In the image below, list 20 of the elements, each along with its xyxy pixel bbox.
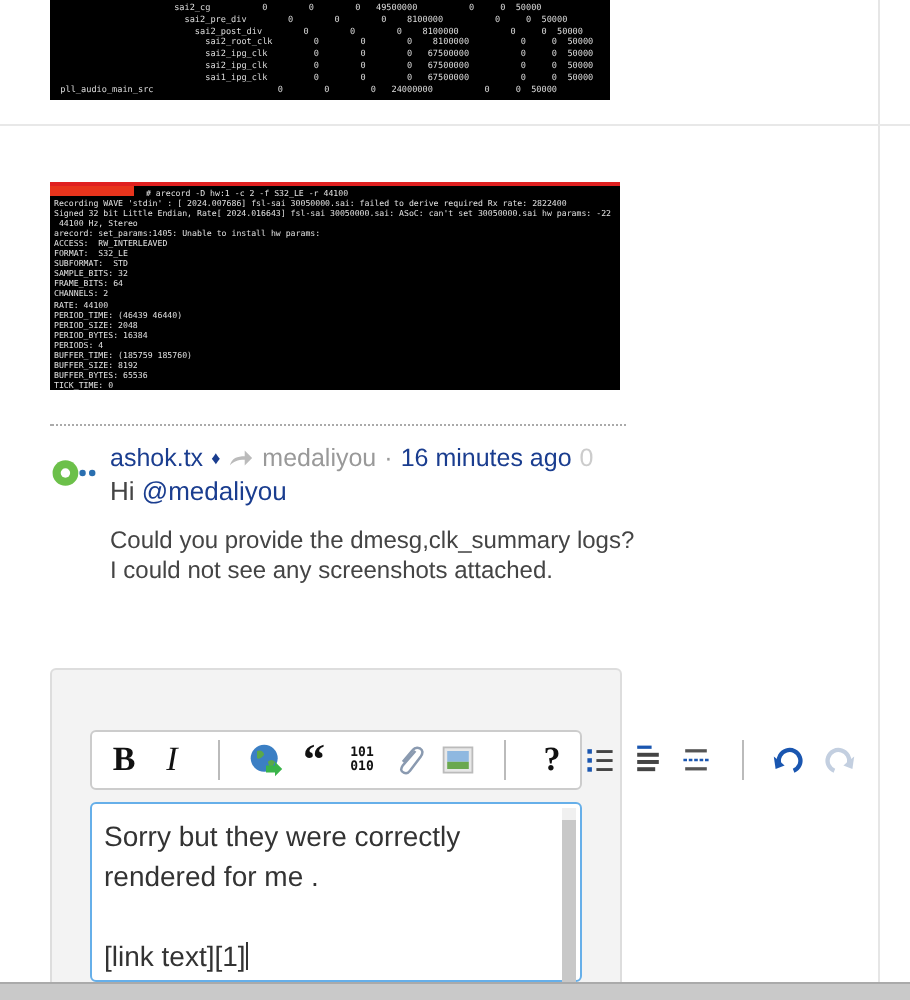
quote-button[interactable]: “ xyxy=(296,742,332,778)
horizontal-scrollbar[interactable] xyxy=(0,982,910,1000)
mention-link[interactable]: @medaliyou xyxy=(141,476,287,506)
redaction-bar xyxy=(50,186,134,196)
help-button[interactable]: ? xyxy=(534,740,570,780)
italic-button[interactable]: I xyxy=(154,740,190,780)
comment-text: Could you provide the dmesg,clk_summary logs? I could not see any screenshots attached. xyxy=(110,526,637,586)
comment-greeting: Hi @medaliyou xyxy=(110,476,289,506)
bold-button[interactable]: B xyxy=(106,740,142,780)
author-link[interactable]: ashok.tx xyxy=(110,444,204,472)
moderator-mark: ♦ xyxy=(211,448,221,468)
reply-to-user: medaliyou xyxy=(262,444,377,472)
globe-icon[interactable] xyxy=(248,742,284,778)
meta-separator: · xyxy=(384,444,393,472)
image-icon[interactable] xyxy=(440,742,476,778)
timestamp-link[interactable]: 16 minutes ago xyxy=(400,444,572,472)
answer-box[interactable]: Sorry but they were correctly rendered for me . [link text][1] xyxy=(90,802,582,982)
undo-icon[interactable] xyxy=(772,742,808,778)
reply-arrow-icon xyxy=(228,448,255,468)
avatar-icon xyxy=(50,458,98,488)
